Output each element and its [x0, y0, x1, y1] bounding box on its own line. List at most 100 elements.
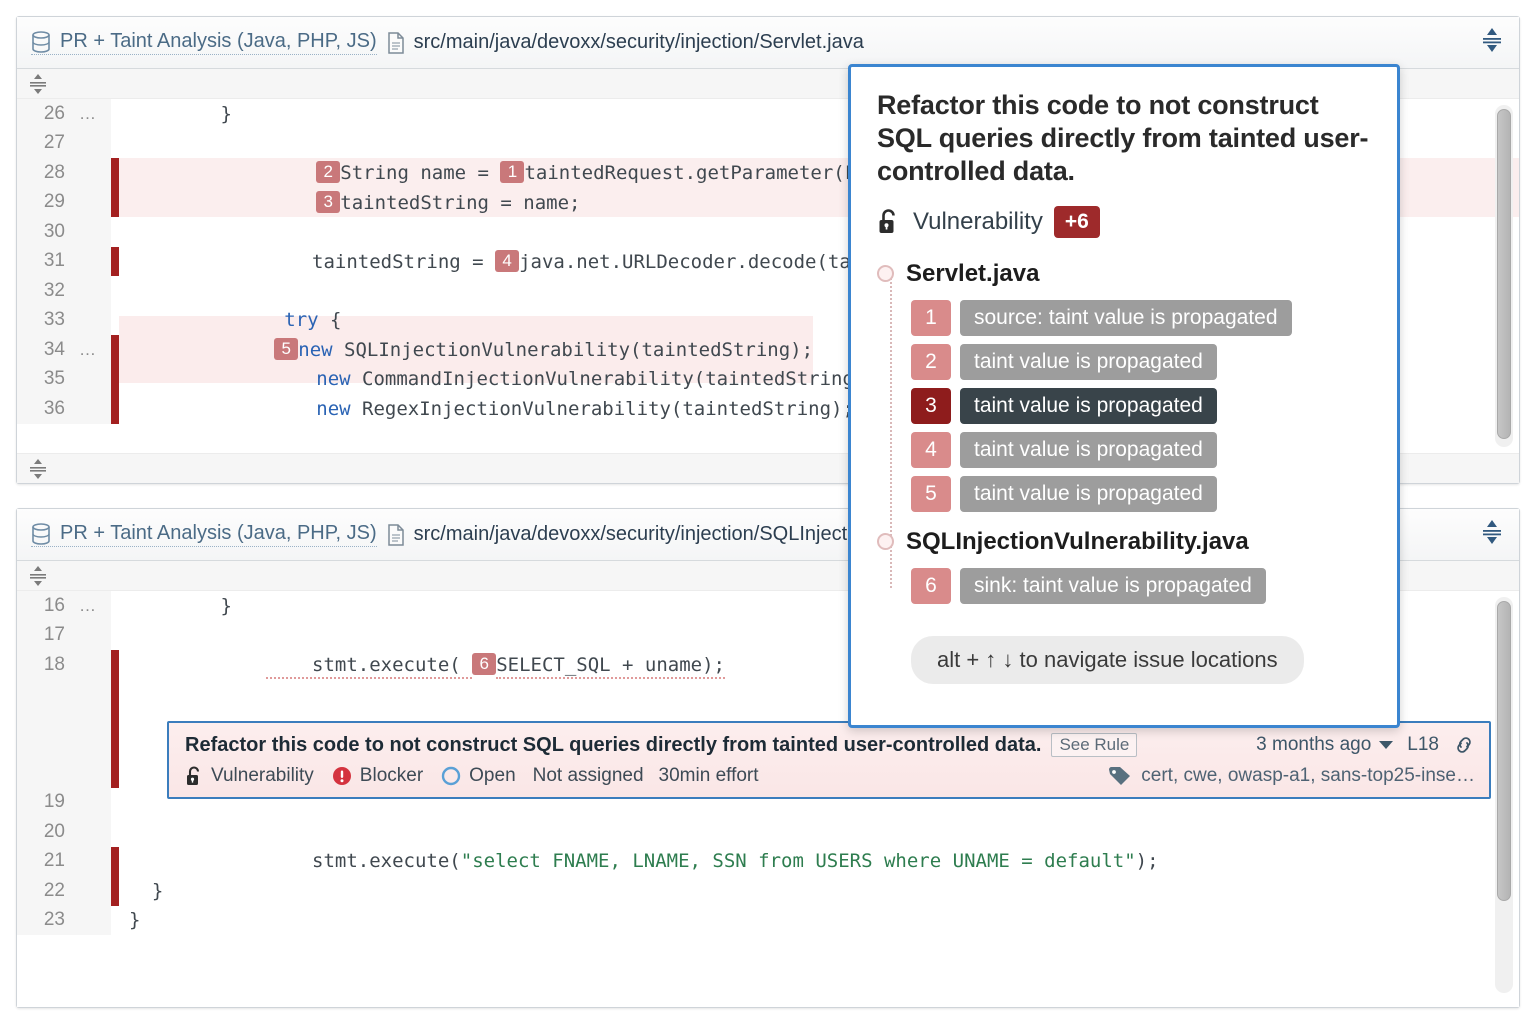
line-number: 30 — [17, 221, 71, 243]
flow-step[interactable]: 5 taint value is propagated — [911, 476, 1371, 512]
code-fragment: String name = — [340, 162, 500, 184]
flow-marker-6[interactable]: 6 — [472, 653, 496, 675]
line-number: 23 — [17, 909, 71, 931]
line-dots[interactable]: … — [71, 340, 97, 360]
code-fragment: taintedString = — [266, 251, 495, 273]
keyword: new — [316, 398, 350, 420]
line-number: 20 — [17, 821, 71, 843]
expand-up-down-icon[interactable] — [29, 565, 47, 587]
line-number: 16 — [17, 595, 71, 617]
line-number: 29 — [17, 191, 71, 213]
line-number: 33 — [17, 309, 71, 331]
database-icon — [31, 523, 51, 545]
issue-detail-bar[interactable]: Refactor this code to not construct SQL … — [167, 721, 1491, 799]
issue-status-text: Open — [469, 765, 515, 787]
issue-flow-popup[interactable]: Refactor this code to not construct SQL … — [848, 64, 1400, 728]
line-number: 26 — [17, 103, 71, 125]
line-number: 17 — [17, 624, 71, 646]
flow-step-text: taint value is propagated — [960, 344, 1217, 380]
code-text: } — [119, 880, 163, 902]
open-lock-icon — [877, 207, 902, 236]
issue-age[interactable]: 3 months ago — [1256, 734, 1393, 756]
scrollbar-thumb[interactable] — [1497, 601, 1511, 901]
flow-marker-4[interactable]: 4 — [495, 250, 519, 272]
line-dots[interactable]: … — [71, 104, 97, 124]
flow-step-text: taint value is propagated — [960, 476, 1217, 512]
code-line: 21 stmt.execute("select FNAME, LNAME, SS… — [17, 847, 1519, 877]
expand-up-down-icon[interactable] — [29, 458, 47, 480]
line-number: 34 — [17, 339, 71, 361]
issue-severity[interactable]: Blocker — [331, 765, 423, 787]
code-fragment: stmt.execute( — [266, 850, 460, 872]
flow-step-number: 6 — [911, 568, 951, 604]
line-number: 22 — [17, 880, 71, 902]
panel-header-top: PR + Taint Analysis (Java, PHP, JS) src/… — [17, 17, 1519, 69]
issue-severity-text: Blocker — [360, 765, 423, 787]
flow-steps-servlet: 1 source: taint value is propagated 2 ta… — [911, 300, 1371, 512]
flow-marker-1[interactable]: 1 — [500, 161, 524, 183]
see-rule-button[interactable]: See Rule — [1051, 733, 1137, 757]
vertical-scrollbar-bottom[interactable] — [1495, 597, 1513, 993]
flow-file-sqlinjection[interactable]: SQLInjectionVulnerability.java — [877, 528, 1371, 556]
issue-message: Refactor this code to not construct SQL … — [185, 734, 1041, 757]
flow-step-number: 1 — [911, 300, 951, 336]
analysis-label-top[interactable]: PR + Taint Analysis (Java, PHP, JS) — [31, 30, 377, 55]
flow-step-text: source: taint value is propagated — [960, 300, 1292, 336]
flow-step-number: 4 — [911, 432, 951, 468]
line-number: 21 — [17, 850, 71, 872]
flow-step-number: 5 — [911, 476, 951, 512]
expand-up-down-icon[interactable] — [29, 73, 47, 95]
expand-collapse-vertical-icon[interactable] — [1481, 27, 1503, 59]
flow-marker-5[interactable]: 5 — [274, 338, 298, 360]
issue-line-ref[interactable]: L18 — [1407, 734, 1439, 756]
analysis-label-text: PR + Taint Analysis (Java, PHP, JS) — [60, 30, 377, 53]
scrollbar-thumb[interactable] — [1497, 109, 1511, 439]
chevron-down-icon[interactable] — [1379, 741, 1393, 749]
popup-title: Refactor this code to not construct SQL … — [877, 89, 1371, 188]
flow-marker-3[interactable]: 3 — [316, 191, 340, 213]
code-fragment: SQLInjectionVulnerability(taintedString)… — [333, 339, 813, 361]
code-fragment: CommandInjectionVulnerability(taintedStr… — [351, 368, 877, 390]
flow-node-icon — [877, 533, 894, 550]
blocker-icon — [331, 765, 353, 787]
issue-assignee[interactable]: Not assigned — [533, 765, 644, 787]
expand-collapse-vertical-icon[interactable] — [1481, 519, 1503, 551]
keyboard-hint: alt + ↑ ↓ to navigate issue locations — [911, 636, 1304, 684]
code-line: 22 } — [17, 876, 1519, 906]
flow-step-active[interactable]: 3 taint value is propagated — [911, 388, 1371, 424]
popup-type-text: Vulnerability — [913, 208, 1043, 236]
code-fragment: ); — [1136, 850, 1159, 872]
file-path-text: src/main/java/devoxx/security/injection/… — [414, 31, 864, 54]
code-text: } — [119, 595, 232, 617]
issue-bar-row-primary: Refactor this code to not construct SQL … — [185, 733, 1475, 757]
line-dots[interactable]: … — [71, 596, 97, 616]
line-number: 18 — [17, 654, 71, 676]
taint-flow: Servlet.java 1 source: taint value is pr… — [877, 260, 1371, 684]
extra-locations-badge[interactable]: +6 — [1054, 206, 1100, 238]
issue-tags[interactable]: cert, cwe, owasp-a1, sans-top25-inse… — [1108, 765, 1475, 787]
flow-step[interactable]: 4 taint value is propagated — [911, 432, 1371, 468]
flow-step-number: 2 — [911, 344, 951, 380]
keyword: new — [316, 368, 350, 390]
flow-step[interactable]: 1 source: taint value is propagated — [911, 300, 1371, 336]
code-text: } — [119, 103, 232, 125]
issue-status[interactable]: Open — [440, 765, 515, 787]
line-number: 27 — [17, 132, 71, 154]
issue-type[interactable]: Vulnerability — [185, 765, 314, 787]
flow-file-servlet[interactable]: Servlet.java — [877, 260, 1371, 288]
analysis-label-bottom[interactable]: PR + Taint Analysis (Java, PHP, JS) — [31, 522, 377, 547]
vertical-scrollbar-top[interactable] — [1495, 105, 1513, 447]
tag-icon — [1108, 766, 1132, 786]
issue-bar-row-secondary: Vulnerability Blocker — [185, 765, 1475, 787]
line-number: 32 — [17, 280, 71, 302]
code-fragment: RegexInjectionVulnerability(taintedStrin… — [351, 398, 854, 420]
flow-file-name: Servlet.java — [906, 260, 1039, 288]
code-fragment: { — [319, 309, 342, 331]
link-icon[interactable] — [1453, 734, 1475, 756]
keyword: try — [284, 309, 318, 331]
flow-step[interactable]: 6 sink: taint value is propagated — [911, 568, 1371, 604]
file-path-top[interactable]: src/main/java/devoxx/security/injection/… — [387, 31, 864, 54]
flow-marker-2[interactable]: 2 — [316, 161, 340, 183]
flow-step[interactable]: 2 taint value is propagated — [911, 344, 1371, 380]
flow-steps-sqlinjection: 6 sink: taint value is propagated — [911, 568, 1371, 604]
